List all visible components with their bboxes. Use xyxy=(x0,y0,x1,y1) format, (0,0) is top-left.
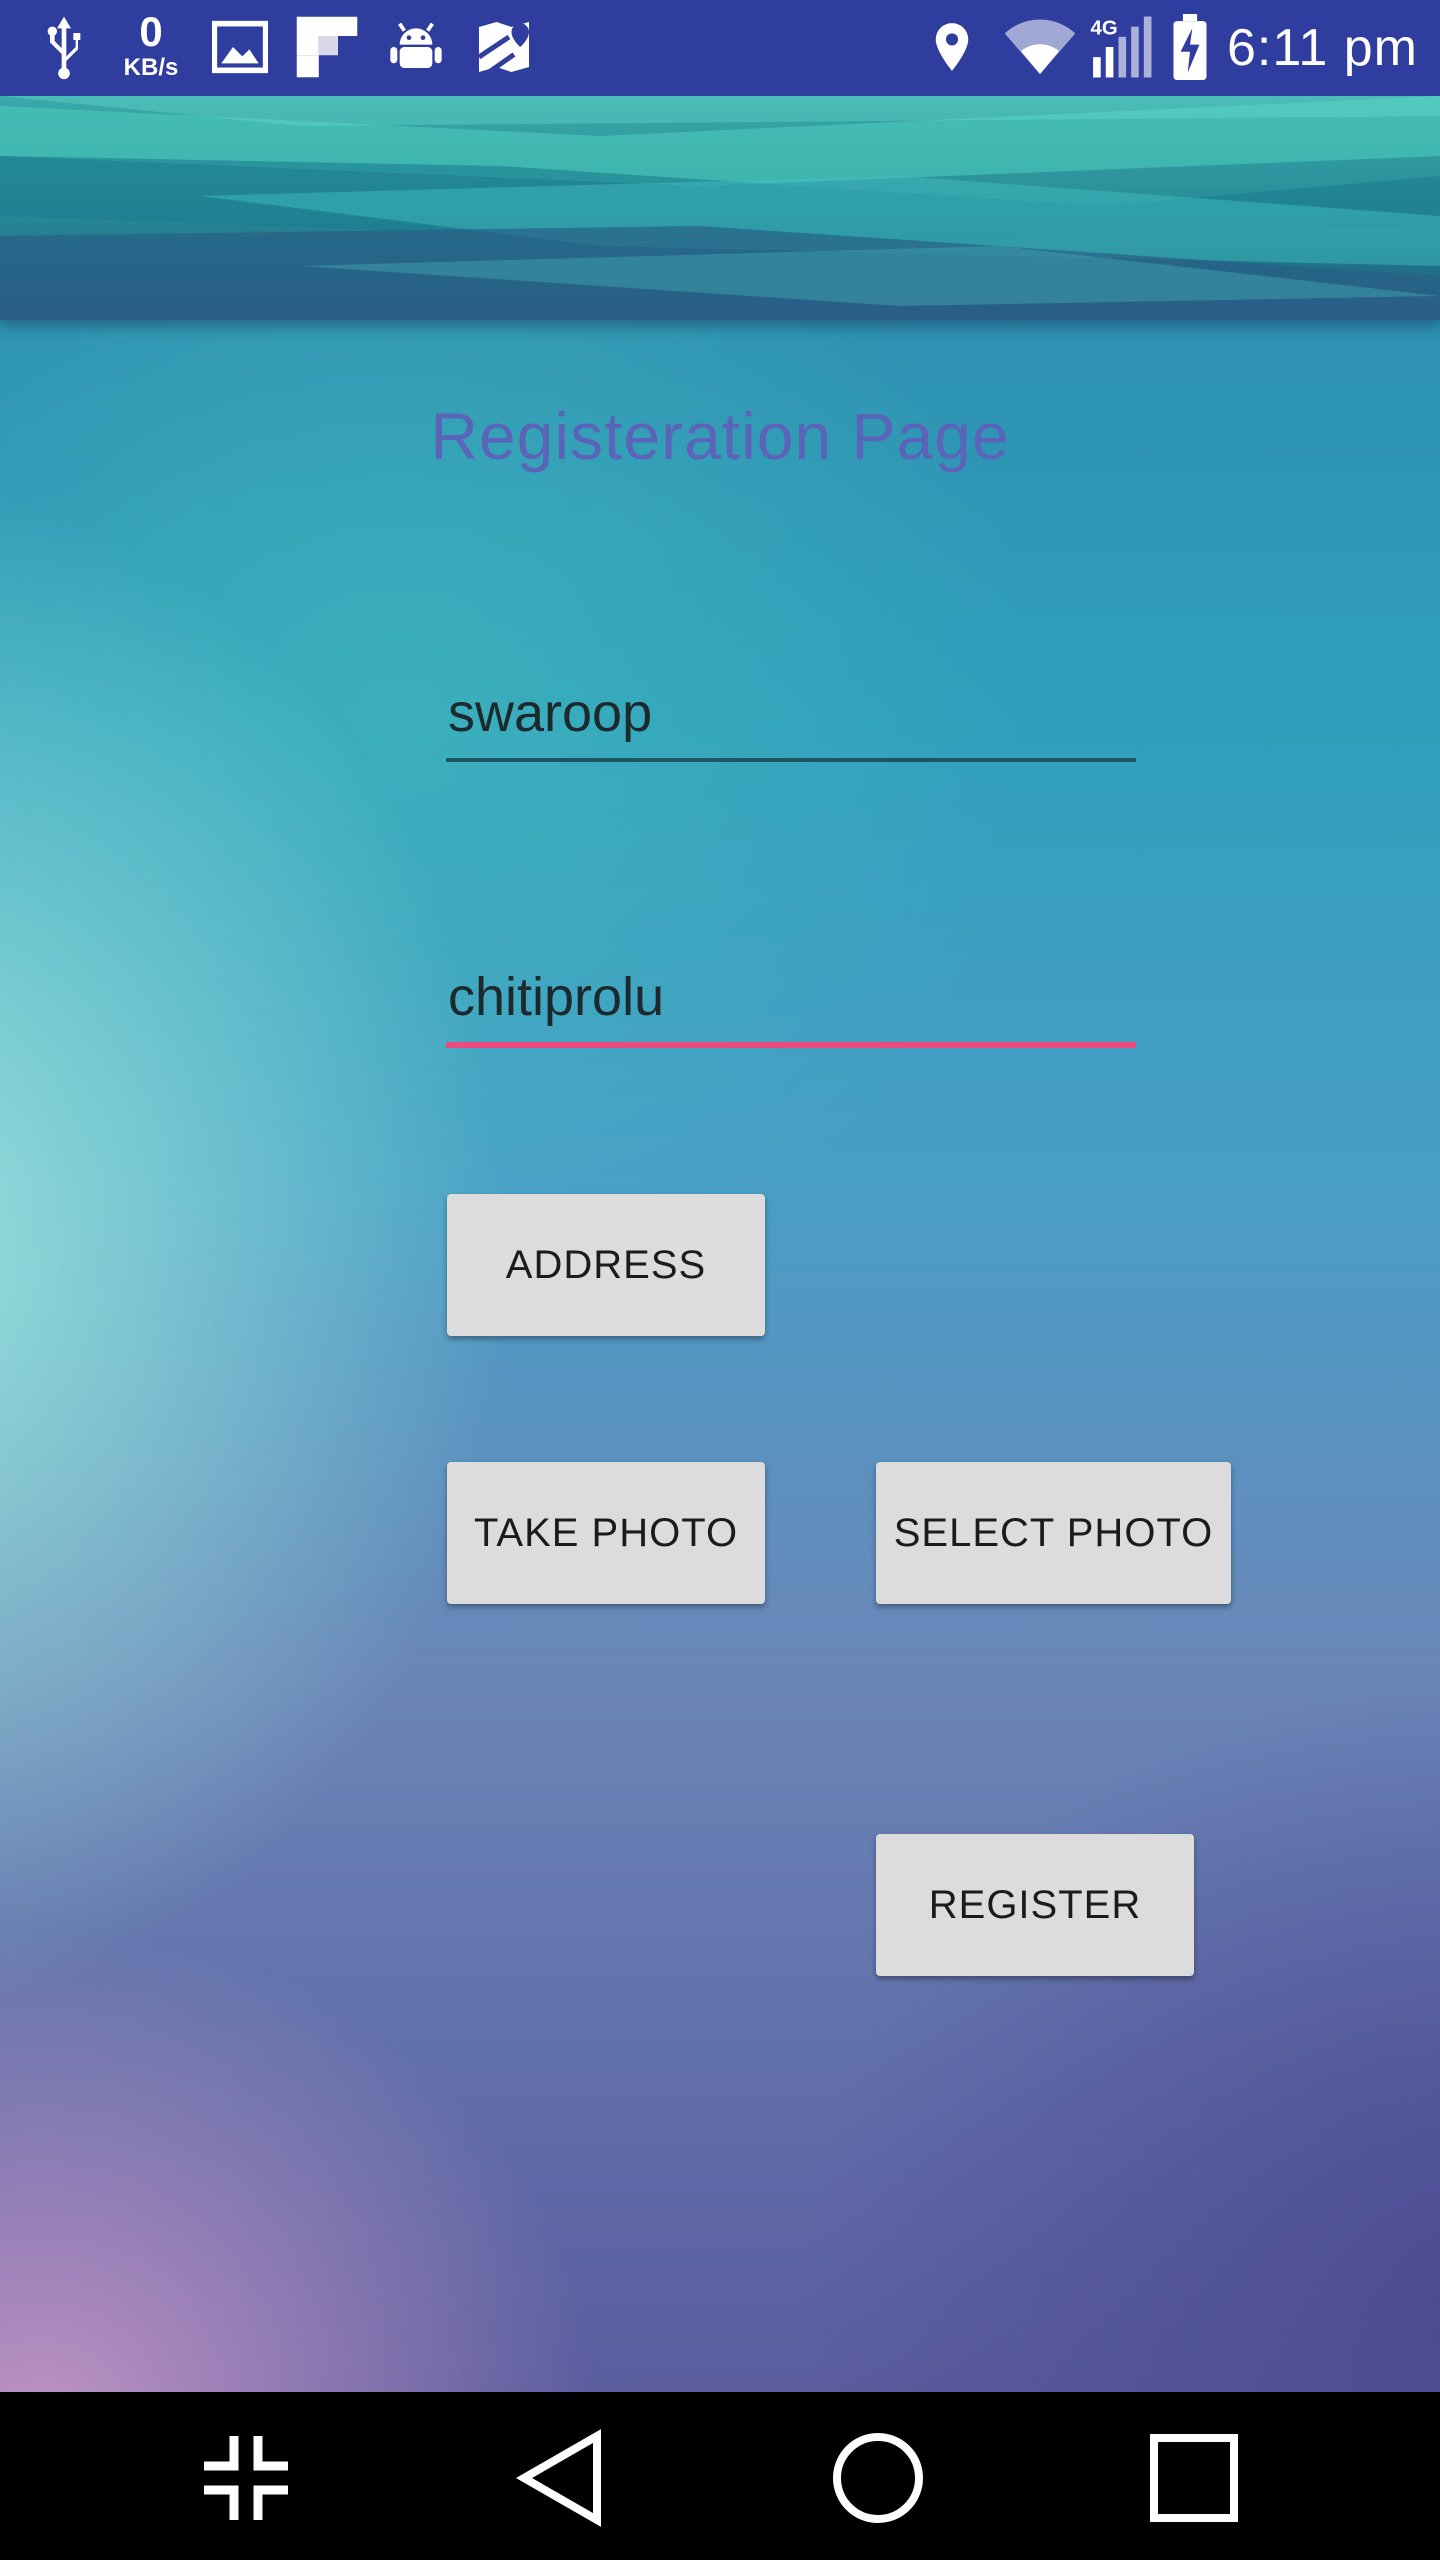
maps-icon xyxy=(474,14,534,80)
gallery-icon xyxy=(212,14,268,80)
first-name-underline xyxy=(446,758,1136,762)
status-clock: 6:11 pm xyxy=(1226,19,1418,77)
net-speed-unit: KB/s xyxy=(123,54,179,81)
navigation-bar xyxy=(0,2392,1440,2560)
cell-signal-icon: 4G xyxy=(1088,14,1154,80)
home-icon[interactable] xyxy=(828,2428,928,2528)
take-photo-button[interactable]: TAKE PHOTO xyxy=(447,1462,765,1604)
last-name-underline xyxy=(446,1042,1136,1048)
last-name-value: chitiprolu xyxy=(448,967,665,1027)
first-name-input[interactable]: swaroop xyxy=(446,682,1136,762)
battery-charging-icon xyxy=(1168,14,1212,80)
back-icon[interactable] xyxy=(512,2428,612,2528)
select-photo-button[interactable]: SELECT PHOTO xyxy=(876,1462,1231,1604)
flipboard-icon xyxy=(292,14,362,80)
recents-icon[interactable] xyxy=(1144,2428,1244,2528)
net-speed-value: 0 xyxy=(139,8,163,55)
location-icon xyxy=(926,14,978,80)
status-bar: 0 KB/s 4G 6:11 pm xyxy=(0,0,1440,96)
page-title: Registeration Page xyxy=(430,399,1010,473)
android-debug-icon xyxy=(388,14,444,80)
header-banner xyxy=(0,96,1440,320)
network-type-label: 4G xyxy=(1091,17,1118,39)
wifi-icon xyxy=(1002,14,1078,80)
network-speed-indicator: 0 KB/s xyxy=(112,10,190,90)
usb-icon xyxy=(36,14,92,80)
collapse-icon[interactable] xyxy=(196,2428,296,2528)
first-name-value: swaroop xyxy=(448,683,653,743)
app-screen: 0 KB/s 4G 6:11 pm Registeration Page swa… xyxy=(0,0,1440,2392)
last-name-input[interactable]: chitiprolu xyxy=(446,966,1136,1048)
register-button[interactable]: REGISTER xyxy=(876,1834,1194,1976)
address-button[interactable]: ADDRESS xyxy=(447,1194,765,1336)
